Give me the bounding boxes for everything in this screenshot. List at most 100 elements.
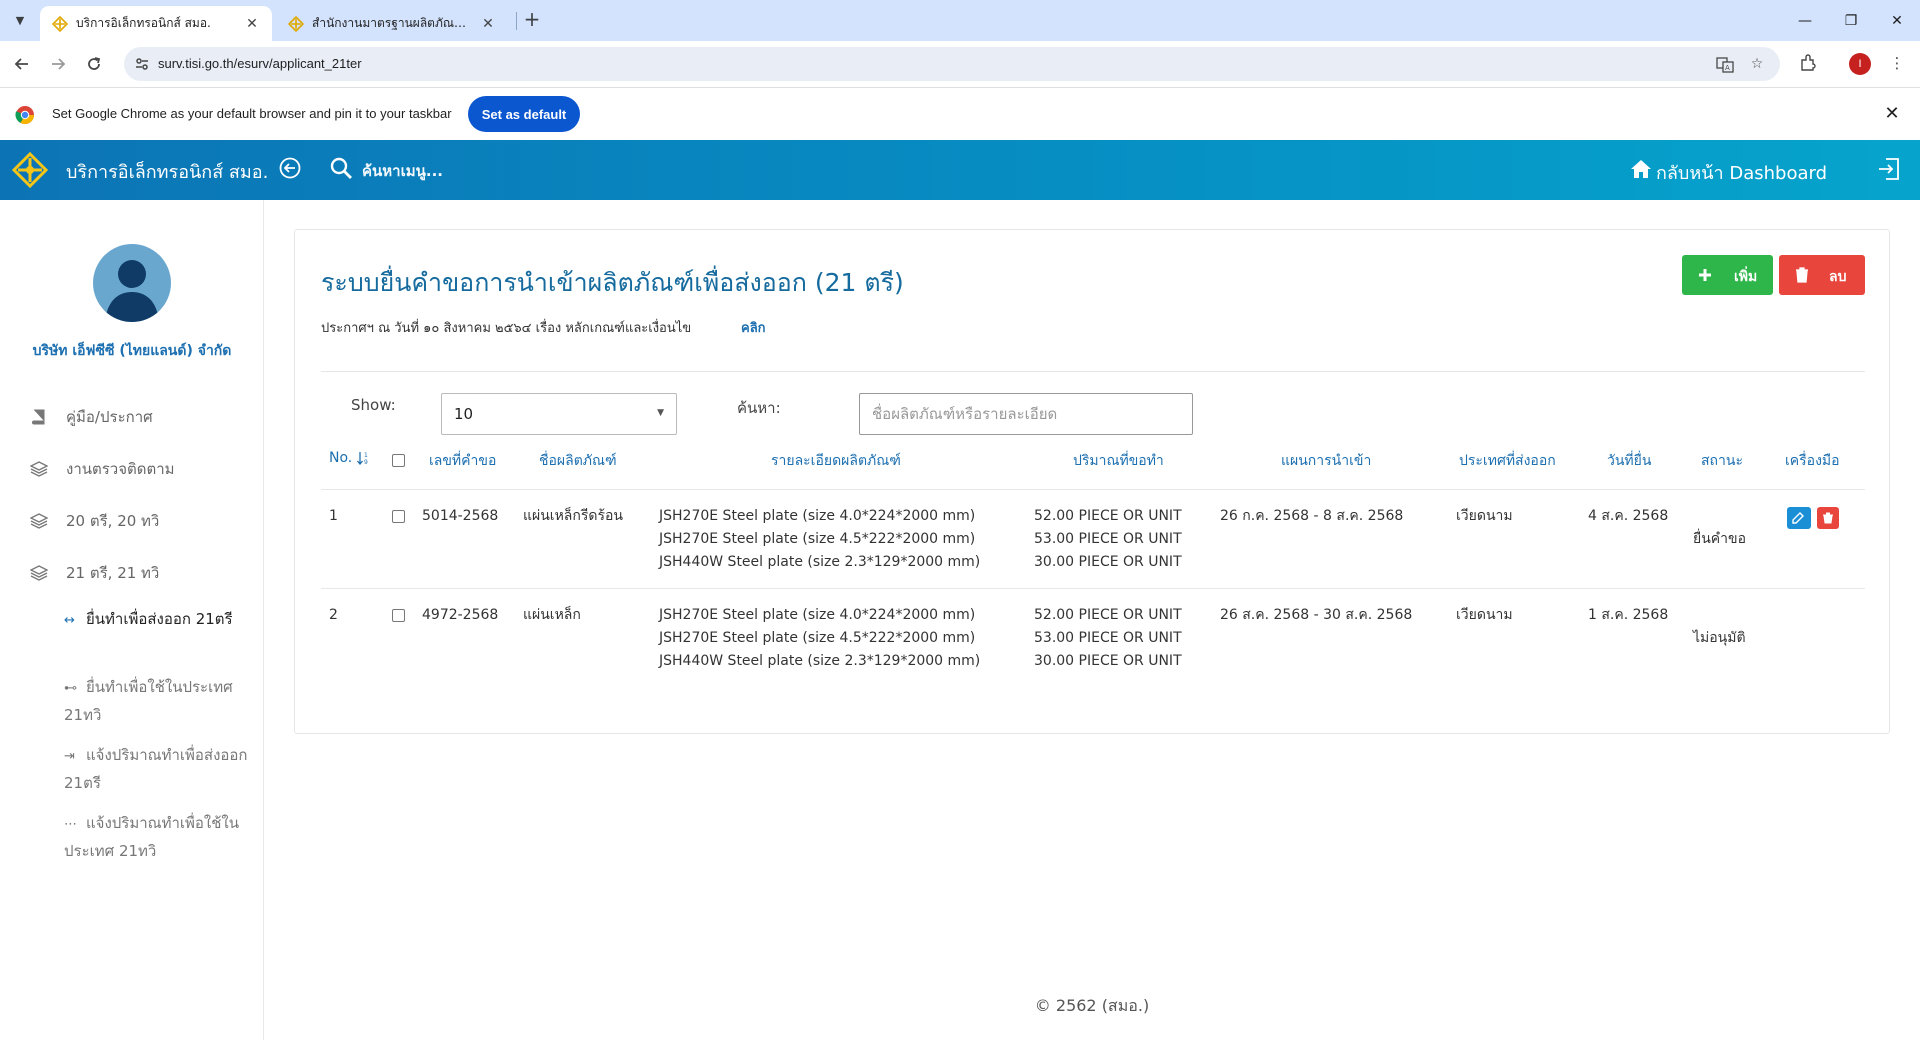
site-settings-icon[interactable] [134, 56, 150, 72]
sidebar-subitem-domestic-21bis[interactable]: ⊷ ยื่นทำเพื่อใช้ในประเทศ 21ทวิ [64, 674, 254, 728]
column-header-status[interactable]: สถานะ [1701, 450, 1743, 472]
cell-product: แผ่นเหล็ก [523, 607, 581, 623]
sidebar-item-21[interactable]: 21 ตรี, 21 ทวิ [30, 561, 159, 585]
user-avatar-icon [105, 260, 159, 322]
new-tab-button[interactable]: + [520, 8, 544, 32]
sidebar-item-20[interactable]: 20 ตรี, 20 ทวิ [30, 509, 159, 533]
browser-tab-active[interactable]: บริการอิเล็กทรอนิกส์ สมอ. ✕ [40, 6, 272, 41]
cell-qty: 53.00 PIECE OR UNIT [1034, 630, 1182, 646]
sidebar-item-monitoring[interactable]: งานตรวจติดตาม [30, 457, 175, 481]
browser-tab[interactable]: สำนักงานมาตรฐานผลิตภัณฑ์อุตสาหกรรม ✕ [276, 6, 508, 41]
sidebar-subitem-export-21ter[interactable]: ↔ ยื่นทำเพื่อส่งออก 21ตรี [64, 606, 254, 634]
sort-icon[interactable]: 19 [357, 451, 371, 465]
footer-copyright: © 2562 (สมอ.) [1034, 996, 1150, 1015]
svg-text:1: 1 [364, 452, 368, 459]
cell-no: 2 [329, 607, 338, 623]
tab-close-icon[interactable]: ✕ [480, 16, 496, 32]
edit-button[interactable] [1787, 507, 1811, 529]
address-bar[interactable]: surv.tisi.go.th/esurv/applicant_21ter A … [124, 47, 1780, 81]
tisi-logo-icon[interactable] [12, 152, 48, 188]
column-header-date[interactable]: วันที่ยื่น [1607, 450, 1651, 472]
column-header-req-no[interactable]: เลขที่คำขอ [429, 450, 496, 472]
svg-text:A: A [1725, 64, 1730, 72]
delete-button[interactable]: ลบ [1779, 255, 1865, 295]
chrome-logo-icon [15, 106, 34, 125]
forward-button[interactable] [44, 50, 72, 78]
notice-text: ประกาศฯ ณ วันที่ ๑๐ สิงหาคม ๒๕๖๔ เรื่อง … [321, 321, 692, 336]
cell-detail: JSH440W Steel plate (size 2.3*129*2000 m… [659, 554, 981, 570]
profile-avatar[interactable]: I [1849, 53, 1871, 75]
minimize-button[interactable]: — [1782, 0, 1828, 41]
cell-qty: 52.00 PIECE OR UNIT [1034, 607, 1182, 623]
arrow-to-bar-icon: ⇥ [64, 749, 75, 764]
menu-search-input[interactable]: ค้นหาเมนู... [362, 159, 443, 183]
browser-toolbar: surv.tisi.go.th/esurv/applicant_21ter A … [0, 41, 1920, 87]
delete-button-label: ลบ [1829, 269, 1847, 285]
cell-plan: 26 ก.ค. 2568 - 8 ส.ค. 2568 [1220, 508, 1404, 524]
layers-icon [30, 461, 48, 477]
cell-detail: JSH270E Steel plate (size 4.5*222*2000 m… [659, 531, 976, 547]
notice-link[interactable]: คลิก [741, 317, 766, 338]
sidebar-subitem-report-domestic[interactable]: ⋯ แจ้งปริมาณทำเพื่อใช้ในประเทศ 21ทวิ [64, 810, 254, 864]
cell-qty: 30.00 PIECE OR UNIT [1034, 653, 1182, 669]
avatar[interactable] [93, 244, 171, 322]
layers-icon [30, 565, 48, 581]
arrow-left-icon [14, 58, 28, 70]
cell-qty: 53.00 PIECE OR UNIT [1034, 531, 1182, 547]
collapse-menu-icon[interactable] [278, 156, 302, 180]
dashboard-link[interactable]: กลับหน้า Dashboard [1656, 158, 1827, 187]
search-icon[interactable] [328, 155, 354, 181]
sidebar-subitem-label: แจ้งปริมาณทำเพื่อส่งออก 21ตรี [64, 746, 248, 792]
back-button[interactable] [8, 50, 36, 78]
set-as-default-button[interactable]: Set as default [468, 96, 580, 132]
column-header-detail[interactable]: รายละเอียดผลิตภัณฑ์ [771, 450, 901, 472]
url-text[interactable]: surv.tisi.go.th/esurv/applicant_21ter [158, 56, 362, 71]
cell-product: แผ่นเหล็กรีดร้อน [523, 508, 623, 524]
select-all-checkbox[interactable] [392, 454, 405, 467]
page-size-value: 10 [454, 405, 474, 423]
search-label: ค้นหา: [737, 399, 781, 417]
row-checkbox[interactable] [392, 609, 405, 622]
cell-no: 1 [329, 508, 338, 524]
row-checkbox[interactable] [392, 510, 405, 523]
cell-country: เวียดนาม [1456, 508, 1513, 524]
tab-separator [516, 12, 517, 30]
column-header-country[interactable]: ประเทศที่ส่งออก [1459, 450, 1556, 472]
cell-date: 1 ส.ค. 2568 [1588, 607, 1669, 623]
more-menu-icon[interactable]: ⋮ [1886, 52, 1908, 74]
restore-button[interactable]: ❐ [1828, 0, 1874, 41]
close-window-button[interactable]: ✕ [1874, 0, 1920, 41]
column-header-no[interactable]: No. [329, 450, 352, 466]
sidebar-item-label: งานตรวจติดตาม [66, 460, 175, 478]
layers-icon [30, 513, 48, 529]
page-size-select[interactable]: 10 ▼ [441, 393, 677, 435]
cell-qty: 52.00 PIECE OR UNIT [1034, 508, 1182, 524]
column-header-qty[interactable]: ปริมาณที่ขอทำ [1073, 450, 1164, 472]
app-title[interactable]: บริการอิเล็กทรอนิกส์ สมอ. [66, 157, 268, 186]
home-icon[interactable] [1630, 158, 1652, 180]
browser-tab-strip: ▼ บริการอิเล็กทรอนิกส์ สมอ. ✕ สำนักงานมา… [0, 0, 1920, 41]
chevron-down-icon: ▼ [657, 408, 664, 418]
sidebar-subitem-report-export[interactable]: ⇥ แจ้งปริมาณทำเพื่อส่งออก 21ตรี [64, 742, 254, 796]
cell-date: 4 ส.ค. 2568 [1588, 508, 1669, 524]
cell-detail: JSH270E Steel plate (size 4.0*224*2000 m… [659, 607, 976, 623]
extensions-icon[interactable] [1797, 52, 1819, 74]
translate-icon[interactable]: A [1716, 56, 1734, 74]
infobar-close-icon[interactable]: ✕ [1882, 104, 1902, 124]
column-header-plan[interactable]: แผนการนำเข้า [1281, 450, 1371, 472]
divider [321, 371, 1865, 372]
tab-search-button[interactable]: ▼ [8, 8, 32, 32]
trash-icon [1823, 512, 1833, 524]
add-button[interactable]: เพิ่ม [1682, 255, 1773, 295]
sidebar-item-manual[interactable]: คู่มือ/ประกาศ [30, 405, 153, 429]
sidebar-subitem-label: ยื่นทำเพื่อใช้ในประเทศ 21ทวิ [64, 678, 233, 724]
tab-close-icon[interactable]: ✕ [244, 16, 260, 32]
bookmark-star-icon[interactable]: ☆ [1748, 56, 1766, 74]
reload-button[interactable] [80, 50, 108, 78]
arrow-right-icon [52, 58, 66, 70]
cell-country: เวียดนาม [1456, 607, 1513, 623]
logout-icon[interactable] [1876, 156, 1902, 182]
search-input[interactable] [859, 393, 1193, 435]
column-header-product[interactable]: ชื่อผลิตภัณฑ์ [539, 450, 617, 472]
row-delete-button[interactable] [1817, 507, 1839, 529]
